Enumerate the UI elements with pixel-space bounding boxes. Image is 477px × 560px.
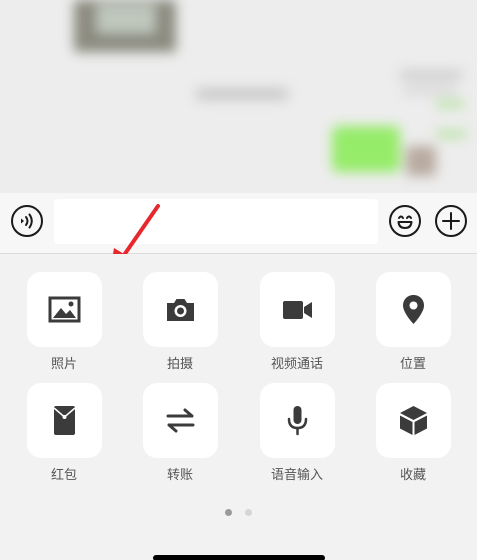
voice-input-label: 语音输入 [270, 468, 323, 483]
video-call-tile[interactable] [260, 272, 335, 347]
chat-screen: 照片 拍摄 视频通话 位置 红包 转账 语音输入 收藏 [0, 0, 477, 560]
camera-icon [167, 299, 194, 321]
more-functions-panel: 照片 拍摄 视频通话 位置 红包 转账 语音输入 收藏 [0, 254, 477, 560]
red-packet-icon [53, 406, 76, 435]
camera-label: 拍摄 [166, 357, 193, 372]
transfer-label: 转账 [166, 468, 193, 483]
page-dot-active[interactable] [225, 509, 232, 516]
video-call-icon [283, 301, 312, 319]
red-packet-label: 红包 [50, 468, 77, 483]
favorites-label: 收藏 [399, 468, 426, 483]
transfer-tile[interactable] [143, 383, 218, 458]
sent-message-bubble[interactable] [332, 126, 400, 172]
blurred-text-line [436, 100, 464, 108]
blurred-messages [0, 0, 477, 193]
microphone-icon [287, 406, 308, 436]
transfer-arrows-icon [166, 408, 195, 433]
avatar[interactable] [406, 146, 436, 176]
photo-tile[interactable] [27, 272, 102, 347]
voice-input-button[interactable] [11, 205, 43, 237]
photo-label: 照片 [50, 357, 77, 372]
page-dot[interactable] [245, 509, 252, 516]
video-call-label: 视频通话 [270, 357, 323, 372]
blurred-text-line [436, 130, 466, 138]
image-message-detail [96, 4, 156, 34]
photo-icon [48, 296, 81, 323]
blurred-text-line [400, 70, 462, 80]
emoji-smile-icon [397, 215, 413, 229]
message-timestamp [196, 88, 288, 100]
red-packet-tile[interactable] [27, 383, 102, 458]
location-pin-icon [403, 295, 424, 324]
plus-icon [442, 212, 460, 230]
camera-tile[interactable] [143, 272, 218, 347]
chat-input-bar [0, 193, 477, 254]
home-indicator[interactable] [153, 555, 325, 560]
chat-history-area [0, 0, 477, 193]
emoji-button[interactable] [389, 205, 421, 237]
favorites-box-icon [400, 406, 427, 435]
voice-input-tile[interactable] [260, 383, 335, 458]
location-tile[interactable] [376, 272, 451, 347]
favorites-tile[interactable] [376, 383, 451, 458]
voice-wave-icon [21, 213, 33, 229]
more-functions-button[interactable] [435, 205, 467, 237]
location-label: 位置 [399, 357, 426, 372]
blurred-text-line [404, 86, 456, 94]
